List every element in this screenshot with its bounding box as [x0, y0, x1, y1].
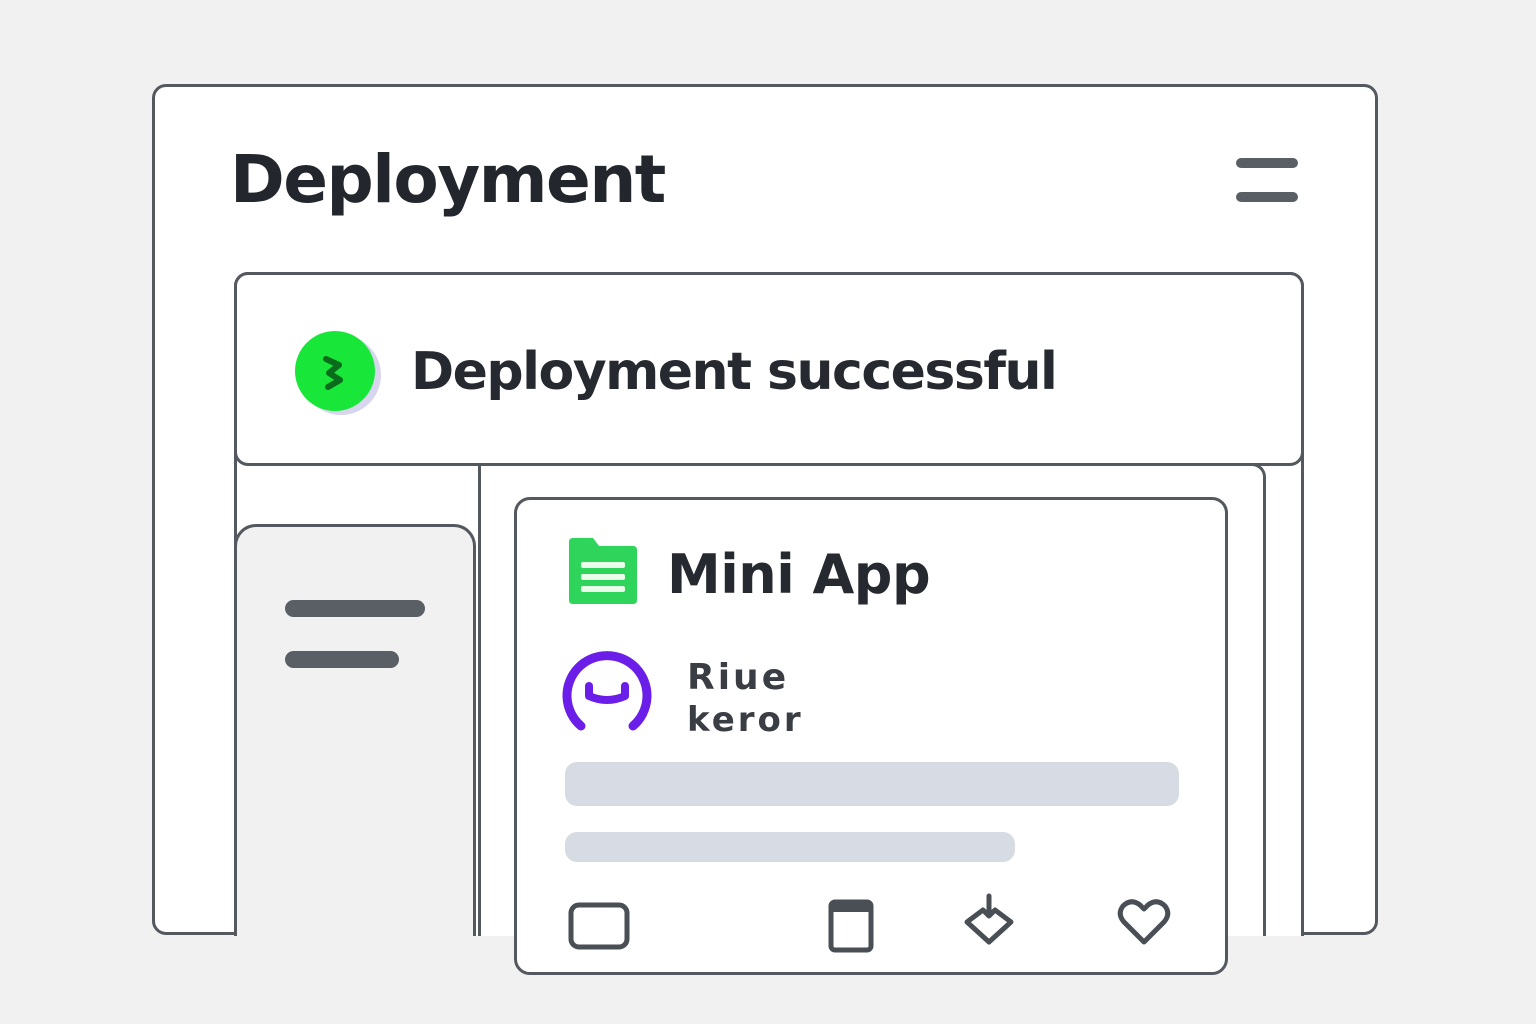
content-placeholder-bar: [565, 762, 1179, 806]
deployment-status-toast: Deployment successful: [234, 272, 1304, 466]
user-name: Riue: [687, 657, 790, 698]
side-card[interactable]: [234, 524, 476, 936]
text-line-placeholder: [285, 651, 399, 668]
app-title: Mini App: [667, 543, 931, 606]
mini-app-card[interactable]: Mini App Riue keror: [514, 497, 1228, 975]
toast-message: Deployment successful: [411, 342, 1058, 402]
page-title: Deployment: [230, 141, 666, 218]
share-icon[interactable]: [961, 892, 1017, 950]
success-check-icon: [295, 331, 375, 411]
menu-button[interactable]: [1230, 150, 1306, 212]
document-icon: [567, 536, 639, 606]
user-role: keror: [687, 700, 804, 740]
card-icon[interactable]: [567, 900, 631, 952]
content-placeholder-bar: [565, 832, 1015, 862]
window-icon[interactable]: [827, 898, 875, 954]
user-avatar-icon[interactable]: [559, 648, 655, 740]
heart-icon[interactable]: [1115, 896, 1173, 948]
text-line-placeholder: [285, 600, 425, 617]
